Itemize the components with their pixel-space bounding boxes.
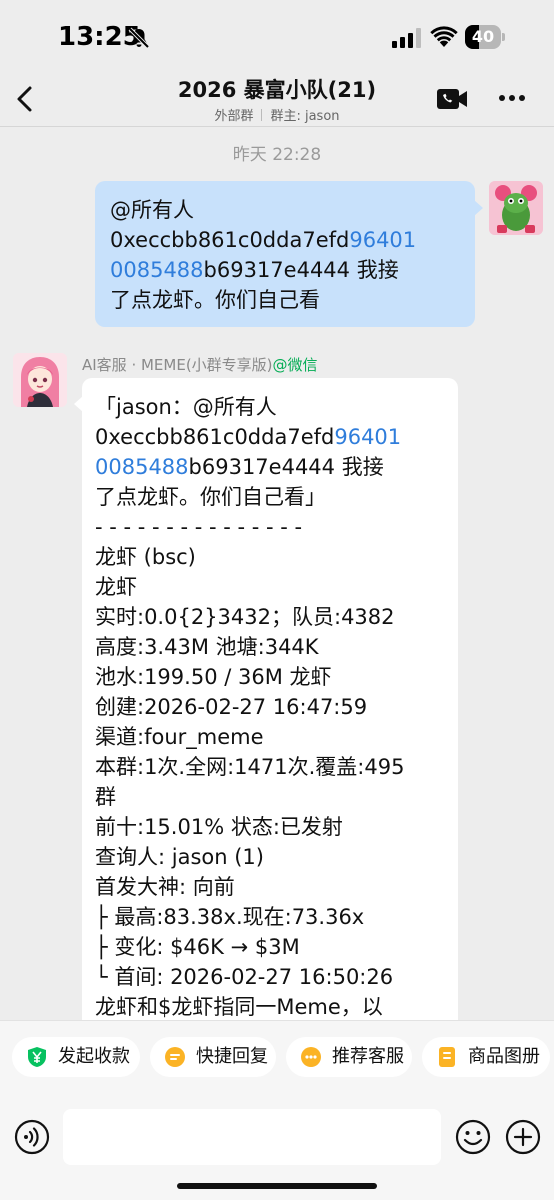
- group-title[interactable]: 2026 暴富小队(21): [0, 74, 554, 104]
- message-text-segment: 了点龙虾。你们自己看: [110, 288, 320, 312]
- group-type-label: 外部群: [214, 109, 254, 124]
- yuan-payment-icon: [26, 1046, 48, 1068]
- message-text-segment: 0xeccbb861c0dda7efd: [110, 228, 350, 252]
- my-avatar[interactable]: [489, 181, 543, 235]
- wechat-tag: @微信: [272, 356, 318, 374]
- message-text-segment: └ 首间: 2026-02-27 16:50:26: [95, 965, 394, 989]
- message-link-segment[interactable]: 96401: [349, 228, 416, 252]
- voice-input-icon[interactable]: [14, 1119, 50, 1155]
- home-indicator: [177, 1183, 377, 1189]
- message-line: - - - - - - - - - - - - - - -: [95, 512, 448, 542]
- chip-product-album[interactable]: 商品图册: [422, 1037, 550, 1077]
- group-owner-label: 群主: jason: [270, 109, 340, 124]
- message-text-segment: 查询人: jason (1): [95, 845, 264, 869]
- chip-label: 推荐客服: [332, 1046, 404, 1067]
- message-text-segment: 龙虾: [95, 575, 137, 599]
- message-text-segment: 前十:15.01% 状态:已发射: [95, 815, 343, 839]
- message-text-segment: 首发大神: 向前: [95, 875, 235, 899]
- message-text-segment: 龙虾和$龙虾指同一Meme，以: [95, 995, 383, 1019]
- message-text-segment: 「jason：@所有人: [95, 395, 277, 419]
- chat-header: 2026 暴富小队(21) 外部群 群主: jason: [0, 72, 554, 128]
- message-link-segment[interactable]: 0085488: [95, 455, 189, 479]
- message-link-segment[interactable]: 96401: [334, 425, 401, 449]
- message-text-segment: 渠道:four_meme: [95, 725, 264, 749]
- message-line: 龙虾和$龙虾指同一Meme，以: [95, 992, 448, 1022]
- message-text-segment: 龙虾 (bsc): [95, 545, 196, 569]
- chip-label: 发起收款: [58, 1046, 130, 1067]
- chip-quick-reply[interactable]: 快捷回复: [150, 1037, 276, 1077]
- message-line: 前十:15.01% 状态:已发射: [95, 812, 448, 842]
- header-divider: [0, 126, 554, 127]
- message-text-segment: b69317e4444 我接: [188, 455, 384, 479]
- plus-icon[interactable]: [505, 1119, 541, 1155]
- video-call-icon[interactable]: [436, 86, 468, 112]
- battery-indicator: 40: [465, 25, 505, 49]
- message-line: @所有人: [110, 195, 461, 225]
- message-line: 高度:3.43M 池塘:344K: [95, 632, 448, 662]
- message-text-segment: - - - - - - - - - - - - - - -: [95, 515, 303, 539]
- bell-muted-icon: [128, 27, 150, 49]
- battery-percent: 40: [471, 27, 495, 46]
- message-text-segment: ├ 最高:83.38x.现在:73.36x: [95, 905, 365, 929]
- message-input[interactable]: [63, 1109, 441, 1165]
- chip-label: 商品图册: [468, 1046, 540, 1067]
- bottom-panel: 发起收款 快捷回复 推荐客服 商品图册: [0, 1020, 554, 1200]
- incoming-message-bubble[interactable]: 「jason：@所有人 0xeccbb861c0dda7efd96401 00854…: [82, 378, 458, 1038]
- message-line: 了点龙虾。你们自己看」: [95, 482, 448, 512]
- message-line: 龙虾: [95, 572, 448, 602]
- emoji-icon[interactable]: [455, 1119, 491, 1155]
- message-line: 池水:199.50 / 36M 龙虾: [95, 662, 448, 692]
- message-line: 实时:0.0{2}3432；队员:4382: [95, 602, 448, 632]
- cellular-signal-icon: [392, 28, 421, 48]
- message-line: 创建:2026-02-27 16:47:59: [95, 692, 448, 722]
- message-line: 群: [95, 782, 448, 812]
- sender-name: AI客服 · MEME(小群专享版)@微信: [82, 354, 318, 375]
- message-timestamp: 昨天 22:28: [232, 145, 322, 165]
- product-album-icon: [436, 1046, 458, 1068]
- message-line: └ 首间: 2026-02-27 16:50:26: [95, 962, 448, 992]
- message-line: 0xeccbb861c0dda7efd96401: [110, 225, 461, 255]
- message-line: 本群:1次.全网:1471次.覆盖:495: [95, 752, 448, 782]
- message-line: 「jason：@所有人: [95, 392, 448, 422]
- outgoing-bubble-tail: [474, 200, 483, 216]
- message-line: ├ 变化: $46K → $3M: [95, 932, 448, 962]
- message-line: ├ 最高:83.38x.现在:73.36x: [95, 902, 448, 932]
- message-line: 0085488b69317e4444 我接: [95, 452, 448, 482]
- message-line: 龙虾 (bsc): [95, 542, 448, 572]
- message-text-segment: @所有人: [110, 198, 194, 222]
- message-line: 首发大神: 向前: [95, 872, 448, 902]
- message-line: 0085488b69317e4444 我接: [110, 255, 461, 285]
- message-text-segment: ├ 变化: $46K → $3M: [95, 935, 300, 959]
- message-text-segment: 群: [95, 785, 116, 809]
- message-link-segment[interactable]: 0085488: [110, 258, 204, 282]
- wifi-icon: [430, 26, 458, 47]
- bot-avatar[interactable]: [13, 353, 67, 407]
- recommend-service-icon: [300, 1046, 322, 1068]
- chip-recommend-service[interactable]: 推荐客服: [286, 1037, 412, 1077]
- message-line: 查询人: jason (1): [95, 842, 448, 872]
- message-line: 0xeccbb861c0dda7efd96401: [95, 422, 448, 452]
- message-line: 了点龙虾。你们自己看: [110, 285, 461, 315]
- message-line: 渠道:four_meme: [95, 722, 448, 752]
- chip-label: 快捷回复: [196, 1046, 268, 1067]
- message-text-segment: 实时:0.0{2}3432；队员:4382: [95, 605, 395, 629]
- sender-name-text: AI客服 · MEME(小群专享版): [82, 356, 273, 374]
- message-text-segment: 池水:199.50 / 36M 龙虾: [95, 665, 332, 689]
- quick-reply-icon: [164, 1046, 186, 1068]
- message-text-segment: 创建:2026-02-27 16:47:59: [95, 695, 368, 719]
- message-text-segment: 高度:3.43M 池塘:344K: [95, 635, 319, 659]
- group-subtitle: 外部群 群主: jason: [0, 105, 554, 124]
- more-options-icon[interactable]: [498, 92, 526, 104]
- message-text-segment: 了点龙虾。你们自己看」: [95, 485, 326, 509]
- outgoing-message-bubble[interactable]: @所有人 0xeccbb861c0dda7efd96401 0085488b6931…: [95, 181, 475, 327]
- status-bar: 13:25 40: [0, 0, 554, 72]
- message-text-segment: 本群:1次.全网:1471次.覆盖:495: [95, 755, 405, 779]
- chip-collect-payment[interactable]: 发起收款: [12, 1037, 140, 1077]
- message-text-segment: b69317e4444 我接: [203, 258, 399, 282]
- message-text-segment: 0xeccbb861c0dda7efd: [95, 425, 335, 449]
